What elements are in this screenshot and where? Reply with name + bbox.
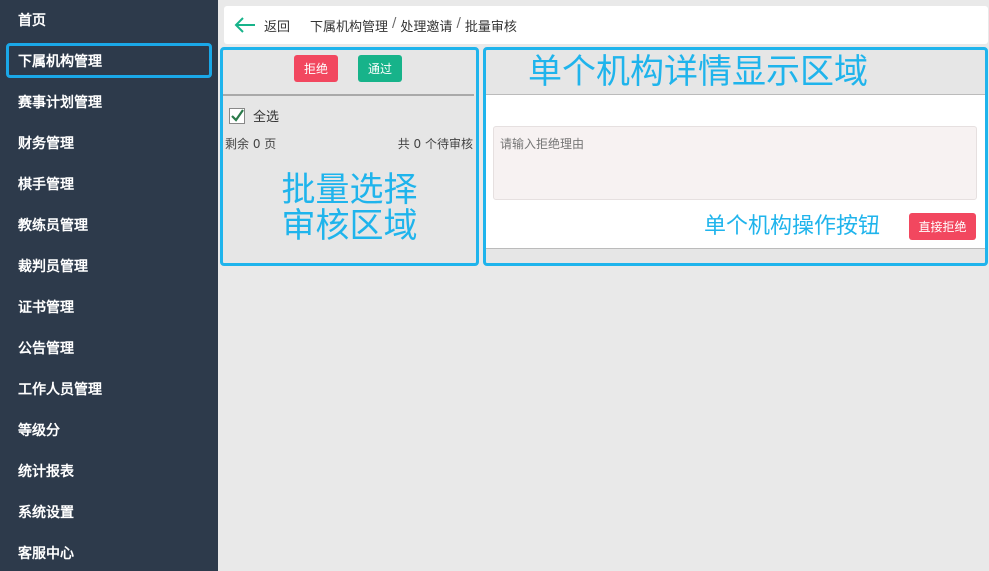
annotation-batch-line1: 批量选择 <box>281 170 418 210</box>
sidebar-item-reports[interactable]: 统计报表 <box>6 453 212 488</box>
annotation-action-buttons: 单个机构操作按钮 <box>704 214 881 239</box>
sidebar-item-label: 下属机构管理 <box>18 53 102 70</box>
sidebar-item-finance[interactable]: 财务管理 <box>6 125 212 160</box>
sidebar-item-label: 客服中心 <box>18 545 74 562</box>
sidebar-item-label: 公告管理 <box>18 340 74 357</box>
check-icon <box>231 108 244 122</box>
breadcrumb-separator: / <box>392 15 397 31</box>
sidebar-item-label: 工作人员管理 <box>18 381 102 398</box>
sidebar: 首页 下属机构管理 赛事计划管理 财务管理 棋手管理 教练员管理 裁判员管理 证… <box>0 0 218 571</box>
batch-reject-button[interactable]: 拒绝 <box>294 55 338 82</box>
batch-review-panel: 拒绝 通过 全选 剩余 0 页 共 0 个待审核 批量选择 审核区域 <box>220 47 479 266</box>
breadcrumb-item[interactable]: 下属机构管理 <box>310 16 388 35</box>
org-detail-panel: 单个机构详情显示区域 单个机构操作按钮 直接拒绝 <box>483 47 988 266</box>
sidebar-item-coaches[interactable]: 教练员管理 <box>6 207 212 242</box>
direct-reject-button[interactable]: 直接拒绝 <box>909 213 976 240</box>
sidebar-item-event-plans[interactable]: 赛事计划管理 <box>6 84 212 119</box>
sidebar-item-settings[interactable]: 系统设置 <box>6 494 212 529</box>
breadcrumb-item-current: 批量审核 <box>464 19 517 35</box>
breadcrumb: 下属机构管理 / 处理邀请 / 批量审核 <box>310 16 517 35</box>
select-all-label: 全选 <box>253 110 280 125</box>
sidebar-item-label: 证书管理 <box>18 299 74 316</box>
sidebar-item-referees[interactable]: 裁判员管理 <box>6 248 212 283</box>
divider <box>223 94 474 96</box>
breadcrumb-item[interactable]: 处理邀请 <box>400 16 452 35</box>
sidebar-item-label: 系统设置 <box>18 504 74 521</box>
sidebar-item-subordinate-orgs[interactable]: 下属机构管理 <box>6 43 212 78</box>
sidebar-item-certificates[interactable]: 证书管理 <box>6 289 212 324</box>
sidebar-item-label: 棋手管理 <box>18 176 74 193</box>
remaining-pages-text: 剩余 0 页 <box>225 137 277 151</box>
back-arrow-icon[interactable] <box>234 14 256 36</box>
sidebar-item-label: 统计报表 <box>18 463 74 480</box>
sidebar-item-support[interactable]: 客服中心 <box>6 535 212 570</box>
select-all-row[interactable]: 全选 <box>229 106 279 125</box>
sidebar-item-staff[interactable]: 工作人员管理 <box>6 371 212 406</box>
sidebar-item-announcements[interactable]: 公告管理 <box>6 330 212 365</box>
sidebar-item-label: 教练员管理 <box>18 217 88 234</box>
sidebar-item-players[interactable]: 棋手管理 <box>6 166 212 201</box>
batch-pass-button[interactable]: 通过 <box>358 55 402 82</box>
sidebar-item-home[interactable]: 首页 <box>6 2 212 37</box>
annotation-batch-line2: 审核区域 <box>281 206 418 246</box>
select-all-checkbox[interactable] <box>229 107 245 124</box>
back-link[interactable]: 返回 <box>264 16 290 35</box>
sidebar-item-label: 财务管理 <box>18 135 74 152</box>
sidebar-item-label: 裁判员管理 <box>18 258 88 275</box>
sidebar-item-ratings[interactable]: 等级分 <box>6 412 212 447</box>
header-bar: 返回 下属机构管理 / 处理邀请 / 批量审核 <box>224 6 988 44</box>
sidebar-item-label: 赛事计划管理 <box>18 94 102 111</box>
breadcrumb-separator: / <box>456 15 461 31</box>
reject-reason-input[interactable] <box>493 126 977 200</box>
org-detail-content: 单个机构操作按钮 直接拒绝 <box>486 94 985 249</box>
sidebar-item-label: 等级分 <box>18 422 60 439</box>
annotation-detail-title: 单个机构详情显示区域 <box>528 52 868 92</box>
pending-count-text: 共 0 个待审核 <box>397 137 473 151</box>
sidebar-item-label: 首页 <box>18 12 46 29</box>
